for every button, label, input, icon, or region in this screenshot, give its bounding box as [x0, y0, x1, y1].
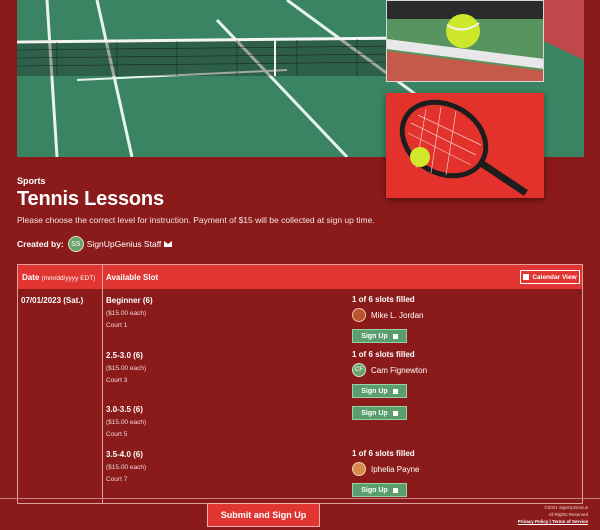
link-separator: |	[549, 519, 551, 524]
legal-footer: ©2021 SignUpGenius All Rights Reserved P…	[518, 504, 588, 525]
participant-name: Mike L. Jordan	[371, 310, 424, 320]
signup-table: Date (mm/dd/yyyy EDT) Available Slot Cal…	[17, 264, 583, 504]
slot-column-header: Available Slot	[106, 273, 159, 282]
submit-and-sign-up-button[interactable]: Submit and Sign Up	[207, 503, 320, 527]
slot-3-0-3-5: 3.0-3.5 (6) ($15.00 each) Court 5	[106, 405, 146, 438]
slots-filled: 1 of 6 slots filled	[352, 449, 415, 458]
slot-name: 3.5-4.0 (6)	[106, 450, 143, 459]
date-format-note: (mm/dd/yyyy EDT)	[41, 275, 96, 282]
slot-status: 1 of 6 slots filled Iphelia Payne	[352, 449, 419, 476]
category-label: Sports	[17, 176, 46, 186]
avatar: CF	[352, 363, 366, 377]
avatar	[352, 462, 366, 476]
copyright-text: ©2021 SignUpGenius	[544, 505, 588, 510]
footer-divider	[0, 498, 600, 499]
tennis-ball-photo	[386, 0, 544, 82]
checkbox-icon	[392, 333, 398, 339]
slot-name: 2.5-3.0 (6)	[106, 351, 143, 360]
slot-name: Beginner (6)	[106, 296, 153, 305]
slot-price: ($15.00 each)	[106, 310, 147, 317]
calendar-view-button[interactable]: Calendar View	[520, 270, 580, 284]
created-by-label: Created by:	[17, 239, 64, 249]
slot-price: ($15.00 each)	[106, 419, 147, 426]
slot-price: ($15.00 each)	[106, 464, 147, 471]
checkbox-icon	[392, 388, 398, 394]
page-title: Tennis Lessons	[17, 188, 164, 210]
checkbox-icon	[392, 487, 398, 493]
slot-status: 1 of 6 slots filled Mike L. Jordan	[352, 295, 423, 322]
slots-filled: 1 of 6 slots filled	[352, 350, 415, 359]
slot-date: 07/01/2023 (Sat.)	[21, 296, 84, 305]
terms-of-service-link[interactable]: Terms of Service	[552, 519, 588, 524]
sign-up-button[interactable]: Sign Up	[352, 483, 407, 497]
slot-court: Court 1	[106, 322, 128, 329]
slot-price: ($15.00 each)	[106, 365, 147, 372]
date-column-header: Date (mm/dd/yyyy EDT)	[22, 273, 96, 282]
creator-info: Created by: SS SignUpGenius Staff	[17, 236, 173, 252]
slot-court: Court 3	[106, 377, 128, 384]
sign-up-button[interactable]: Sign Up	[352, 406, 407, 420]
slot-court: Court 5	[106, 431, 128, 438]
checkbox-icon	[392, 410, 398, 416]
participant: Iphelia Payne	[352, 462, 419, 476]
avatar: SS	[67, 236, 84, 252]
participant: Mike L. Jordan	[352, 308, 423, 322]
slot-beginner: Beginner (6) ($15.00 each) Court 1	[106, 296, 153, 329]
sign-up-button[interactable]: Sign Up	[352, 329, 407, 343]
participant: CF Cam Fignewton	[352, 363, 427, 377]
slot-3-5-4-0: 3.5-4.0 (6) ($15.00 each) Court 7	[106, 450, 146, 483]
column-divider	[102, 265, 103, 503]
tennis-racket-photo	[386, 93, 544, 198]
slot-2-5-3-0: 2.5-3.0 (6) ($15.00 each) Court 3	[106, 351, 146, 384]
slot-court: Court 7	[106, 476, 128, 483]
creator-name: SignUpGenius Staff	[86, 239, 162, 249]
rights-text: All Rights Reserved	[548, 512, 588, 517]
sheet-description: Please choose the correct level for inst…	[17, 215, 375, 225]
slot-status: 1 of 6 slots filled CF Cam Fignewton	[352, 350, 427, 377]
avatar	[352, 308, 366, 322]
privacy-policy-link[interactable]: Privacy Policy	[518, 519, 549, 524]
participant-name: Iphelia Payne	[371, 464, 420, 474]
mail-icon[interactable]	[164, 241, 173, 247]
calendar-icon	[523, 274, 530, 280]
participant-name: Cam Fignewton	[371, 365, 428, 375]
slots-filled: 1 of 6 slots filled	[352, 295, 415, 304]
sign-up-button[interactable]: Sign Up	[352, 384, 407, 398]
slot-name: 3.0-3.5 (6)	[106, 405, 143, 414]
